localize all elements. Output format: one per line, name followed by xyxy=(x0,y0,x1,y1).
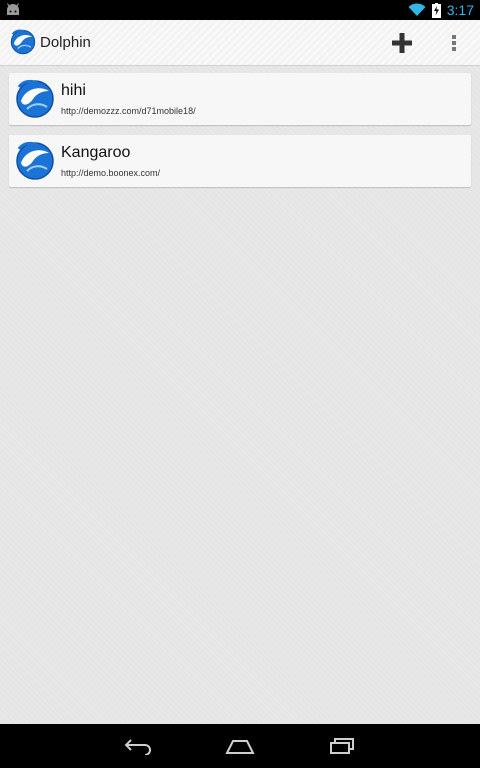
status-time: 3:17 xyxy=(446,2,474,18)
app-title: Dolphin xyxy=(40,34,91,51)
action-bar: Dolphin xyxy=(0,20,480,66)
android-debug-icon xyxy=(6,3,20,15)
bookmark-url: http://demozzz.com/d71mobile18/ xyxy=(61,106,196,116)
add-bookmark-button[interactable] xyxy=(386,28,418,58)
recent-apps-icon xyxy=(330,738,354,754)
list-item[interactable]: hihi http://demozzz.com/d71mobile18/ xyxy=(9,73,471,125)
add-icon xyxy=(392,33,412,53)
home-button[interactable] xyxy=(222,734,258,758)
dolphin-logo-icon xyxy=(16,79,54,118)
status-bar: 3:17 xyxy=(0,0,480,20)
recent-apps-button[interactable] xyxy=(324,734,360,758)
bookmark-title: hihi xyxy=(61,82,86,99)
battery-icon xyxy=(431,2,441,18)
dolphin-logo-icon xyxy=(16,141,54,180)
dolphin-logo-icon[interactable] xyxy=(10,29,36,55)
home-icon xyxy=(225,740,255,754)
back-icon xyxy=(124,739,151,755)
overflow-menu-icon xyxy=(452,35,456,51)
overflow-menu-button[interactable] xyxy=(444,28,464,58)
bookmark-list: hihi http://demozzz.com/d71mobile18/ Kan… xyxy=(0,66,480,724)
bookmark-url: http://demo.boonex.com/ xyxy=(61,168,161,178)
wifi-icon xyxy=(408,3,426,16)
bookmark-title: Kangaroo xyxy=(61,144,131,161)
navigation-bar xyxy=(0,724,480,768)
back-button[interactable] xyxy=(120,734,156,758)
list-item[interactable]: Kangaroo http://demo.boonex.com/ xyxy=(9,135,471,187)
